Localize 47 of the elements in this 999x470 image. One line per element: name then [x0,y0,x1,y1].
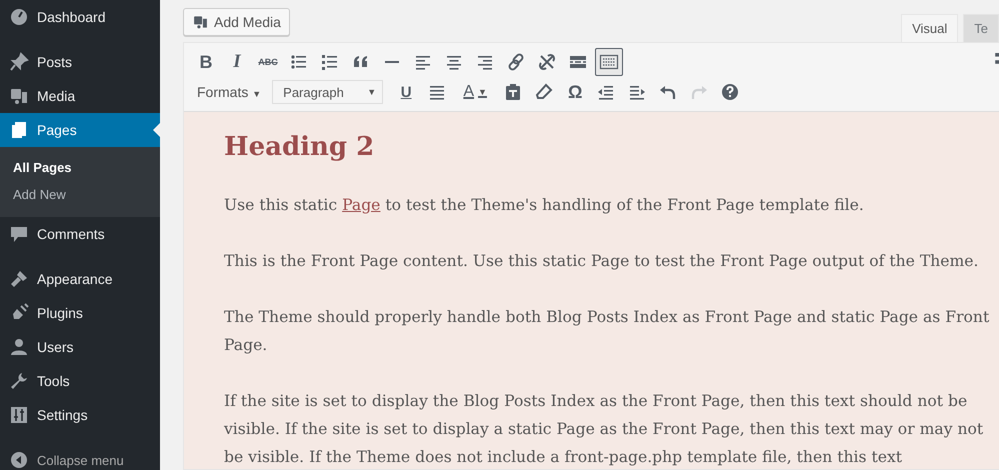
bold-button[interactable]: B [192,48,220,76]
sidebar-menu-item[interactable]: Appearance [0,262,160,296]
content-paragraph: Use this static Page to test the Theme's handling of the Front Page template file. [224,195,865,216]
brush-icon [9,269,29,289]
sidebar-menu-item[interactable]: Plugins [0,296,160,330]
numbered-list-icon [320,52,340,72]
content-paragraph: This is the Front Page content. Use this static Page to test the Front Page output of the Theme. [224,251,980,272]
strike-button[interactable]: ABC [254,48,282,76]
media-icon [192,14,209,30]
submenu-item[interactable]: All Pages [0,154,160,181]
submenu-item[interactable]: Add New [0,181,160,208]
underline-button[interactable]: U [392,78,420,106]
paragraph-select[interactable]: Paragraph ▼ [272,80,384,104]
wrench-icon [9,371,29,391]
user-icon [9,337,29,357]
sidebar-menu-item[interactable]: Comments [0,217,160,251]
sidebar-menu-item[interactable]: Settings [0,398,160,432]
horizontal-line-icon [385,61,399,63]
unlink-icon [537,52,557,72]
keyboard-button[interactable] [595,48,623,76]
page-link[interactable]: Page [342,196,380,214]
editor-tab[interactable]: Visual [901,14,958,42]
special-char-button[interactable]: Ω [561,78,590,106]
link-icon [506,52,526,72]
eraser-icon [534,82,554,102]
italic-button[interactable]: I [223,48,251,76]
collapse-menu-button[interactable]: Collapse menu [0,443,160,470]
text-color-button[interactable]: A ▼ [454,78,496,106]
content-paragraph: If the site is set to display the Blog Posts Index as the Front Page, then this text should not be visible. If the site is set to display a static Page as the Front Page, then this text may or may not be visible. If the Theme does not include a front-page.php template file, then this text [224,391,984,468]
sliders-icon [9,405,29,425]
sidebar-menu-item[interactable]: Posts [0,45,160,79]
sidebar-menu-item[interactable]: Dashboard [0,0,160,34]
help-icon [720,82,740,102]
content-paragraph: The Theme should properly handle both Blog Posts Index as Front Page and static Page as Front Page. [224,307,990,356]
formats-menu[interactable]: Formats ▼ [192,78,270,106]
keyboard-icon [599,52,619,72]
sidebar-menu-item[interactable]: Pages [0,113,160,147]
pin-icon [9,52,29,72]
gauge-icon [9,7,29,27]
content-heading: Heading 2 [224,131,376,164]
sidebar-menu-item[interactable]: Users [0,330,160,364]
sidebar-menu-item[interactable]: Media [0,79,160,113]
pages-icon [9,120,29,140]
media-icon [9,86,29,106]
comment-icon [9,224,29,244]
sidebar-menu-item[interactable]: Tools [0,364,160,398]
add-media-button[interactable]: Add Media [183,8,290,36]
